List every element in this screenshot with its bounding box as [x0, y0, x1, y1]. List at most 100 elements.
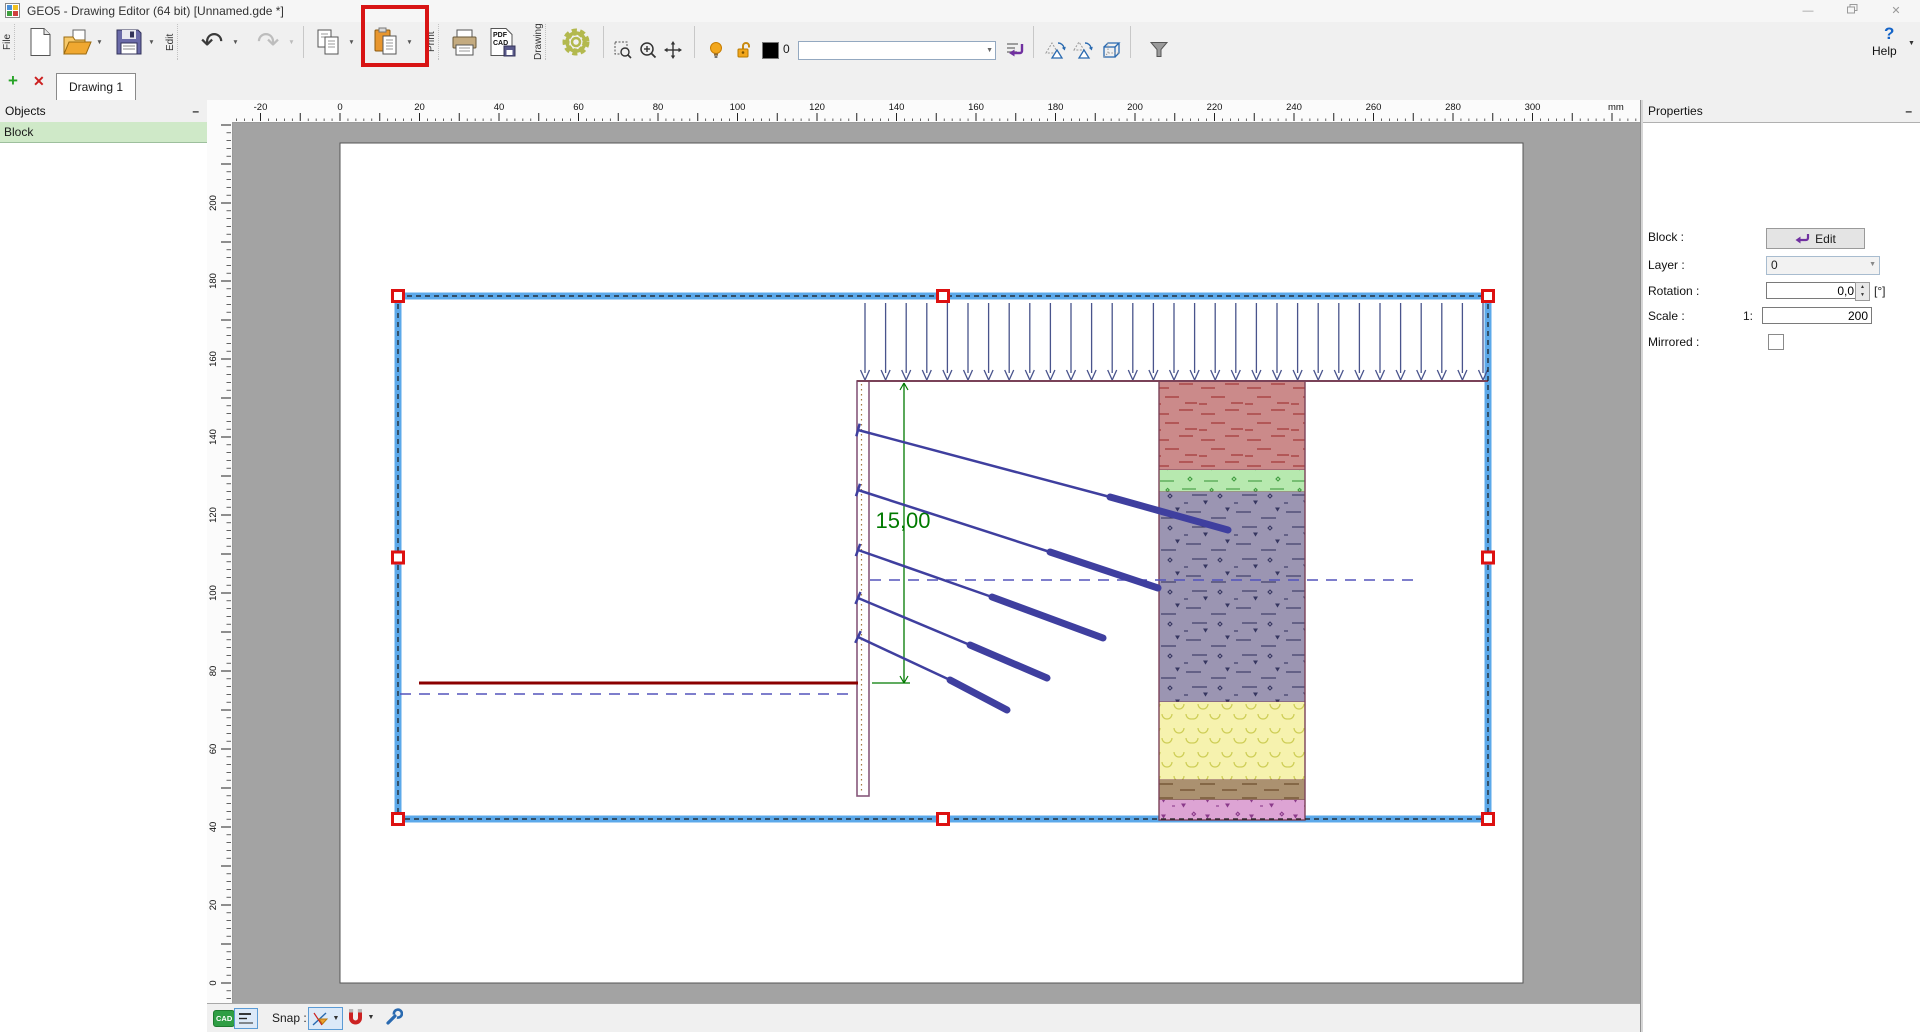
copy-dropdown[interactable]: ▼	[346, 23, 357, 61]
drawing-canvas-area[interactable]: -200204060801001201401601802002202402602…	[207, 100, 1640, 1003]
print-button[interactable]	[448, 23, 482, 61]
spinner-down-icon[interactable]: ▼	[1856, 291, 1869, 299]
help-icon[interactable]: ?	[1884, 24, 1894, 44]
drawing-viewport[interactable]: 15,00	[232, 122, 1640, 1003]
drawing-menu-label[interactable]: Drawing	[533, 24, 546, 60]
insert-block-icon	[1005, 41, 1025, 59]
scale-label: Scale :	[1648, 309, 1685, 323]
paste-clipboard-icon	[371, 27, 401, 57]
undo-dropdown[interactable]: ▼	[230, 23, 241, 61]
selection-handle	[393, 814, 404, 825]
properties-panel-header: Properties –	[1643, 100, 1920, 123]
help-label[interactable]: Help	[1872, 44, 1897, 58]
open-file-button[interactable]	[60, 23, 94, 61]
file-menu-label[interactable]: File	[2, 24, 15, 60]
filter-button[interactable]	[1147, 40, 1171, 59]
main-toolbar: File ▼ ▼ Edit ↶ ▼ ↷	[0, 22, 1920, 63]
restore-button[interactable]	[1830, 0, 1874, 22]
move-objects-icon	[1072, 40, 1094, 59]
pen-color-swatch[interactable]	[762, 42, 779, 59]
zoom-in-icon	[639, 41, 657, 59]
pan-button[interactable]	[662, 40, 684, 59]
open-folder-icon	[62, 28, 93, 56]
layer-combobox[interactable]: 0 ▼	[1766, 256, 1880, 275]
objects-list-item-block[interactable]: Block	[0, 122, 207, 143]
block-edit-button[interactable]: Edit	[1766, 228, 1865, 249]
snap-settings-button[interactable]	[385, 1008, 403, 1029]
settings-button[interactable]	[558, 23, 594, 61]
block-3d-button[interactable]	[1099, 40, 1123, 59]
box-3d-icon	[1101, 40, 1122, 59]
paste-button[interactable]	[368, 23, 404, 61]
magnet-caret[interactable]: ▼	[365, 1007, 377, 1028]
horizontal-ruler: -200204060801001201401601802002202402602…	[232, 100, 1640, 123]
paste-dropdown[interactable]: ▼	[404, 23, 415, 61]
copy-objects-button[interactable]	[1043, 40, 1067, 59]
save-file-dropdown[interactable]: ▼	[146, 23, 157, 61]
spinner-up-icon[interactable]: ▲	[1856, 283, 1869, 291]
zoom-window-button[interactable]	[612, 40, 634, 59]
redo-button[interactable]: ↷	[250, 23, 286, 61]
selection-handle	[1483, 291, 1494, 302]
minimize-button[interactable]: —	[1786, 0, 1830, 22]
selection-handle	[938, 291, 949, 302]
save-file-button[interactable]	[112, 23, 146, 61]
add-tab-button[interactable]: +	[8, 71, 18, 91]
copy-button[interactable]	[312, 23, 346, 61]
edit-return-icon	[1795, 232, 1810, 246]
move-objects-button[interactable]	[1071, 40, 1095, 59]
selection-handle	[1483, 814, 1494, 825]
svg-text:PDF: PDF	[493, 32, 508, 39]
scale-input[interactable]	[1762, 307, 1872, 324]
drawing-svg[interactable]: 15,00	[232, 122, 1640, 1003]
soil-column	[1159, 381, 1305, 820]
rotation-unit: [°]	[1874, 284, 1885, 298]
svg-text:40: 40	[494, 102, 505, 113]
svg-text:200: 200	[208, 195, 219, 211]
tab-drawing-1[interactable]: Drawing 1	[56, 73, 136, 100]
window-title: GEO5 - Drawing Editor (64 bit) [Unnamed.…	[27, 4, 284, 18]
magnet-snap-button[interactable]	[347, 1008, 364, 1030]
selection-handle	[1483, 552, 1494, 563]
restore-icon	[1847, 4, 1858, 14]
rotation-spinner[interactable]: ▲ ▼	[1855, 282, 1870, 301]
layer-visibility-button[interactable]	[706, 40, 726, 59]
line-style-indicator[interactable]	[234, 1008, 258, 1029]
close-tab-button[interactable]: ✕	[33, 73, 45, 90]
property-row-scale: Scale : 1:	[1643, 307, 1920, 326]
layer-lock-button[interactable]	[734, 40, 754, 59]
svg-text:200: 200	[1127, 102, 1143, 113]
retaining-wall	[857, 381, 869, 796]
layer-value: 0	[1771, 258, 1778, 272]
cad-mode-badge[interactable]: CAD	[213, 1010, 235, 1027]
export-pdf-cad-button[interactable]: PDF CAD	[486, 23, 520, 61]
zoom-in-button[interactable]	[637, 40, 659, 59]
insert-block-button[interactable]	[1004, 40, 1026, 59]
redo-dropdown[interactable]: ▼	[286, 23, 297, 61]
close-button[interactable]: ✕	[1874, 0, 1918, 22]
properties-minimize-button[interactable]: –	[1905, 100, 1912, 122]
filter-funnel-icon	[1149, 41, 1169, 58]
objects-panel-header: Objects –	[0, 100, 207, 123]
block-label: Block :	[1648, 230, 1684, 244]
snap-mode-button[interactable]	[308, 1007, 332, 1030]
edit-menu-label[interactable]: Edit	[165, 24, 178, 60]
mirrored-checkbox[interactable]	[1768, 334, 1784, 350]
help-caret-icon[interactable]: ▼	[1908, 40, 1915, 47]
pen-style-combobox[interactable]: ▼	[798, 41, 996, 60]
svg-text:180: 180	[208, 273, 219, 289]
open-file-dropdown[interactable]: ▼	[94, 23, 105, 61]
objects-panel: Objects – Block	[0, 100, 208, 1032]
selection-handle	[393, 552, 404, 563]
new-file-button[interactable]	[24, 23, 56, 61]
svg-text:160: 160	[968, 102, 984, 113]
print-menu-label[interactable]: Print	[426, 24, 439, 60]
snap-mode-caret[interactable]: ▼	[330, 1007, 343, 1030]
rotation-input[interactable]	[1766, 282, 1858, 299]
undo-button[interactable]: ↶	[194, 23, 230, 61]
objects-minimize-button[interactable]: –	[192, 100, 199, 122]
toolbar-separator	[694, 26, 695, 58]
block-edit-label: Edit	[1815, 232, 1836, 246]
rotation-label: Rotation :	[1648, 284, 1699, 298]
svg-text:140: 140	[208, 429, 219, 445]
